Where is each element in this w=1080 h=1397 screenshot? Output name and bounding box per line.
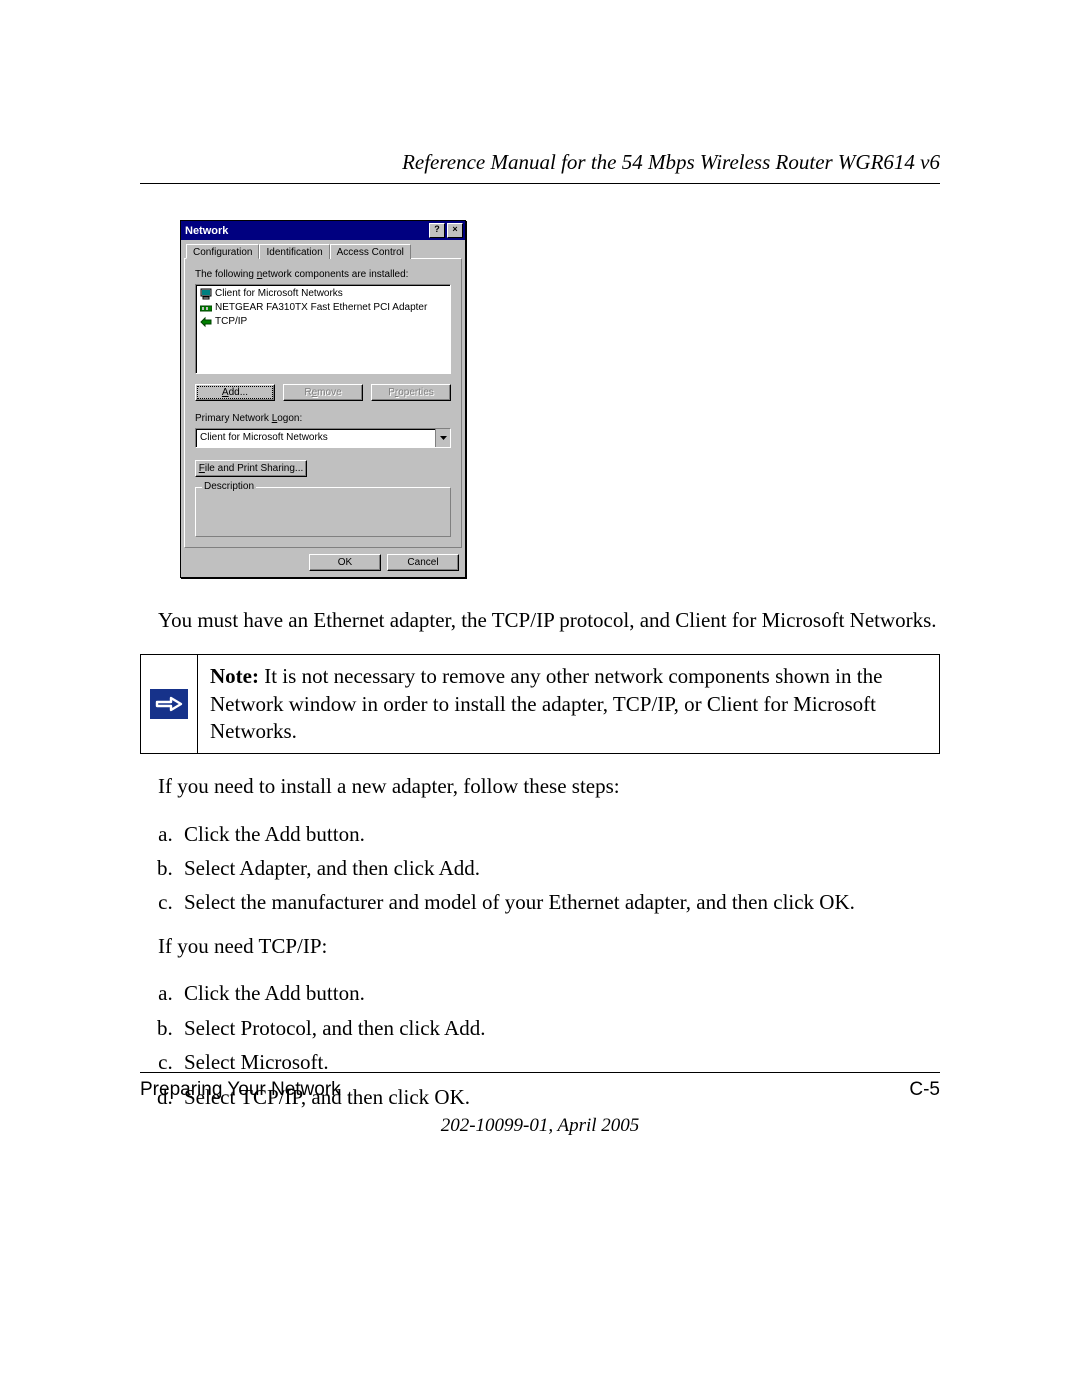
primary-logon-label: Primary Network Logon: bbox=[195, 413, 451, 424]
note-text: Note: It is not necessary to remove any … bbox=[197, 655, 939, 753]
adapter-steps: Click the Add button. Select Adapter, an… bbox=[178, 819, 940, 918]
description-groupbox: Description bbox=[195, 487, 451, 537]
note-body: It is not necessary to remove any other … bbox=[210, 664, 882, 743]
step-item: Click the Add button. bbox=[178, 978, 940, 1008]
primary-logon-select[interactable]: Client for Microsoft Networks bbox=[195, 428, 451, 448]
properties-button[interactable]: Properties bbox=[371, 384, 451, 401]
dialog-figure: Network ? × Configuration Identification… bbox=[180, 220, 940, 578]
list-item[interactable]: TCP/IP bbox=[198, 315, 448, 329]
adapter-icon bbox=[200, 302, 212, 314]
dialog-title-text: Network bbox=[185, 225, 427, 237]
running-header: Reference Manual for the 54 Mbps Wireles… bbox=[140, 150, 940, 175]
cancel-button[interactable]: Cancel bbox=[387, 554, 459, 571]
tcpip-intro: If you need TCP/IP: bbox=[158, 932, 940, 960]
help-icon[interactable]: ? bbox=[429, 223, 445, 238]
description-legend: Description bbox=[202, 481, 256, 492]
primary-logon-value: Client for Microsoft Networks bbox=[196, 429, 435, 447]
client-icon bbox=[200, 288, 212, 300]
protocol-icon bbox=[200, 316, 212, 328]
arrow-right-icon bbox=[150, 689, 188, 719]
tab-panel-configuration: The following network components are ins… bbox=[184, 258, 462, 548]
note-box: Note: It is not necessary to remove any … bbox=[140, 654, 940, 754]
tab-identification[interactable]: Identification bbox=[259, 244, 329, 259]
remove-button[interactable]: Remove bbox=[283, 384, 363, 401]
components-label: The following network components are ins… bbox=[195, 269, 451, 280]
note-icon-cell bbox=[141, 655, 197, 753]
header-rule bbox=[140, 183, 940, 184]
tab-access-control[interactable]: Access Control bbox=[330, 244, 411, 259]
close-icon[interactable]: × bbox=[447, 223, 463, 238]
list-item-label: Client for Microsoft Networks bbox=[215, 287, 343, 301]
components-listbox[interactable]: Client for Microsoft Networks NETGEAR FA… bbox=[195, 284, 451, 374]
footer-rule bbox=[140, 1072, 940, 1073]
add-button[interactable]: Add... bbox=[195, 384, 275, 401]
step-item: Select the manufacturer and model of you… bbox=[178, 887, 940, 917]
list-item[interactable]: NETGEAR FA310TX Fast Ethernet PCI Adapte… bbox=[198, 301, 448, 315]
adapter-intro: If you need to install a new adapter, fo… bbox=[158, 772, 940, 800]
dialog-tabs: Configuration Identification Access Cont… bbox=[186, 243, 462, 258]
tab-configuration[interactable]: Configuration bbox=[186, 244, 259, 259]
dialog-titlebar: Network ? × bbox=[181, 221, 465, 240]
note-label: Note: bbox=[210, 664, 259, 688]
requirement-text: You must have an Ethernet adapter, the T… bbox=[158, 606, 940, 634]
list-item-label: NETGEAR FA310TX Fast Ethernet PCI Adapte… bbox=[215, 301, 427, 315]
network-dialog: Network ? × Configuration Identification… bbox=[180, 220, 466, 578]
file-print-sharing-button[interactable]: File and Print Sharing... bbox=[195, 460, 307, 477]
list-item-label: TCP/IP bbox=[215, 315, 247, 329]
footer-section: Preparing Your Network bbox=[140, 1079, 341, 1101]
page-number: C-5 bbox=[909, 1079, 940, 1101]
step-item: Select Adapter, and then click Add. bbox=[178, 853, 940, 883]
step-item: Click the Add button. bbox=[178, 819, 940, 849]
doc-version: 202-10099-01, April 2005 bbox=[140, 1115, 940, 1137]
list-item[interactable]: Client for Microsoft Networks bbox=[198, 287, 448, 301]
ok-button[interactable]: OK bbox=[309, 554, 381, 571]
chevron-down-icon[interactable] bbox=[435, 429, 450, 447]
step-item: Select Protocol, and then click Add. bbox=[178, 1013, 940, 1043]
